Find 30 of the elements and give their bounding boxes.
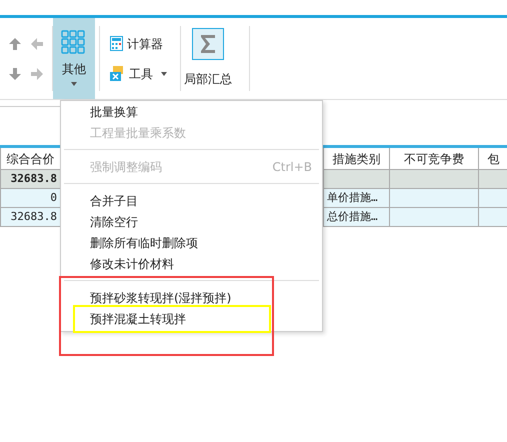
table-cell: 32683.8 [1,208,61,227]
menu-item[interactable]: 预拌混凝土转现拌 [90,308,186,329]
table-cell: 单价措施… [324,189,390,208]
grid-icon [61,30,87,56]
table-cell [479,189,507,208]
menu-item[interactable]: 修改未计价材料 [90,253,174,274]
menu-item[interactable]: 删除所有临时删除项 [90,232,198,253]
menu-item[interactable]: 批量换算 [90,101,138,122]
table-cell [324,170,390,189]
other-button[interactable]: 其他 [53,18,95,99]
down-arrow-icon[interactable] [8,66,22,80]
menu-item[interactable]: 合并子目 [90,190,138,211]
left-arrow-icon[interactable] [30,36,44,50]
tools-icon [110,66,125,81]
table-cell: 总价措施… [324,208,390,227]
table-cell [479,208,507,227]
subtotal-button[interactable]: 局部汇总 [181,18,235,99]
calculator-icon [110,36,123,51]
table-cell: 0 [1,189,61,208]
table-cell [479,170,507,189]
calculator-button[interactable]: 计算器 [110,34,180,52]
menu-item[interactable]: 清除空行 [90,211,138,232]
caret-icon [71,82,77,86]
tools-button[interactable]: 工具 [110,64,180,82]
table-cell: 32683.8 [1,170,61,189]
menu-item[interactable]: 预拌砂浆转现拌(湿拌预拌) [90,287,232,308]
sigma-icon [192,28,224,60]
right-arrow-icon[interactable] [30,66,44,80]
caret-icon [161,72,167,76]
up-arrow-icon[interactable] [8,36,22,50]
